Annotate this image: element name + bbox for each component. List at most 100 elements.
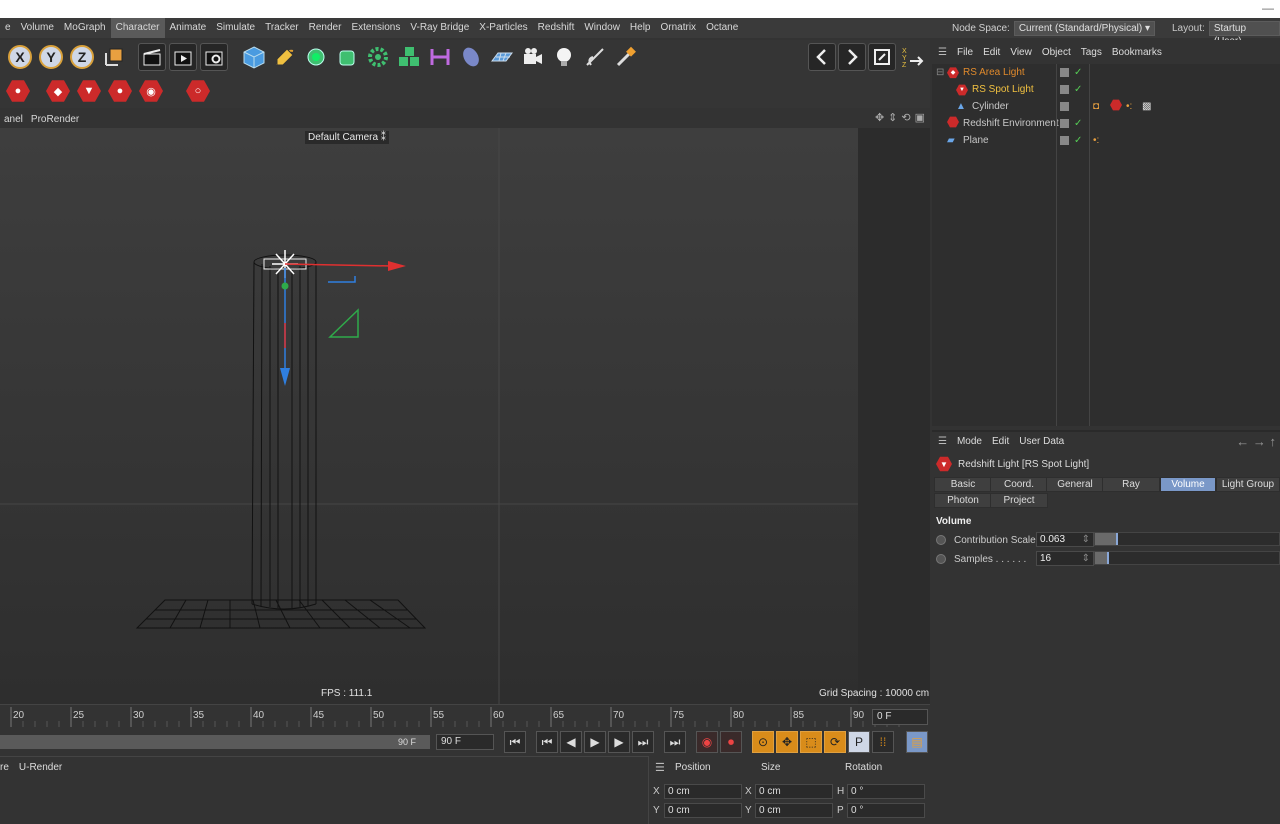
am-menu-edit[interactable]: Edit (992, 436, 1009, 447)
size-x-field[interactable]: 0 cm (755, 784, 833, 799)
menu-item-tracker[interactable]: Tracker (260, 18, 304, 38)
pen-tool-button[interactable] (271, 43, 299, 71)
samples-slider[interactable] (1094, 551, 1280, 565)
keyframe-selection-button[interactable]: ⊙ (752, 731, 774, 753)
material-menu-create[interactable]: re (0, 762, 9, 773)
bookmark-view-button[interactable] (868, 43, 896, 71)
hamburger-menu-icon[interactable]: ☰ (655, 761, 665, 774)
tab-photon[interactable]: Photon (934, 493, 992, 508)
tab-general[interactable]: General (1046, 477, 1104, 492)
previous-key-button[interactable]: ⏮ (536, 731, 558, 753)
menu-item-render[interactable]: Render (304, 18, 347, 38)
previous-view-button[interactable] (808, 43, 836, 71)
3d-viewport[interactable]: Default Camera ⁑ FPS : 111.1 Grid Spacin… (0, 128, 930, 704)
toggle-view-icon[interactable]: ▣ (915, 111, 925, 124)
animation-keyframe-icon[interactable] (936, 535, 946, 545)
tab-ray[interactable]: Ray (1102, 477, 1160, 492)
z-axis-lock-button[interactable]: Z (68, 43, 96, 71)
redshift-dome-light-button[interactable]: ◉ (137, 77, 165, 105)
viewport-scene[interactable] (0, 128, 930, 704)
environment-button[interactable] (457, 43, 485, 71)
viewport-menu-anel[interactable]: anel (0, 114, 27, 125)
contribution-scale-slider[interactable] (1094, 532, 1280, 546)
viewport-menu-prorender[interactable]: ProRender (27, 114, 83, 125)
mograph-cloner-button[interactable] (364, 43, 392, 71)
stepper-icon[interactable]: ⇕ (1082, 533, 1090, 546)
object-row-plane[interactable]: ▰ Plane ✓ •: (932, 132, 1280, 149)
material-tag-icon[interactable]: ▩ (1142, 101, 1151, 112)
camera-button[interactable] (519, 43, 547, 71)
am-menu-user-data[interactable]: User Data (1019, 436, 1064, 447)
object-row-rs-area-light[interactable]: ⊟ ◆ RS Area Light ✓ (932, 64, 1280, 81)
rot-h-field[interactable]: 0 ° (847, 784, 925, 799)
hamburger-menu-icon[interactable]: ☰ (938, 436, 947, 447)
menu-item-v-ray-bridge[interactable]: V-Ray Bridge (405, 18, 474, 38)
visibility-toggle-icon[interactable] (1060, 68, 1069, 77)
om-menu-edit[interactable]: Edit (983, 47, 1000, 58)
render-view-button[interactable] (138, 43, 166, 71)
material-menu-urender[interactable]: U-Render (19, 762, 62, 773)
xyz-transform-button[interactable]: XYZ (898, 43, 926, 71)
next-view-button[interactable] (838, 43, 866, 71)
menu-item-x-particles[interactable]: X-Particles (474, 18, 532, 38)
pos-y-field[interactable]: 0 cm (664, 803, 742, 818)
visibility-toggle-icon[interactable] (1060, 102, 1069, 111)
pos-x-field[interactable]: 0 cm (664, 784, 742, 799)
menu-item-e[interactable]: e (0, 18, 16, 38)
tab-project[interactable]: Project (990, 493, 1048, 508)
tag-visibility-icon[interactable]: ◘ (1093, 101, 1099, 112)
floor-button[interactable] (488, 43, 516, 71)
autokey-button[interactable]: ⏺ (720, 731, 742, 753)
render-to-picture-viewer-button[interactable] (169, 43, 197, 71)
visibility-toggle-icon[interactable] (1060, 85, 1069, 94)
om-menu-file[interactable]: File (957, 47, 973, 58)
om-menu-view[interactable]: View (1010, 47, 1032, 58)
scale-key-button[interactable]: ⬚ (800, 731, 822, 753)
end-frame-field[interactable]: 90 F (436, 734, 494, 750)
samples-field[interactable]: 16 ⇕ (1036, 551, 1094, 566)
object-row-rs-spot-light[interactable]: ▼ RS Spot Light ✓ (932, 81, 1280, 98)
tab-coord[interactable]: Coord. (990, 477, 1048, 492)
redshift-area-light-button[interactable]: ◆ (44, 77, 72, 105)
go-to-end-button[interactable]: ⏭ (664, 731, 686, 753)
dolly-view-icon[interactable]: ⇕ (888, 111, 897, 124)
y-axis-lock-button[interactable]: Y (37, 43, 65, 71)
add-cube-button[interactable] (240, 43, 268, 71)
next-frame-button[interactable]: ▶ (608, 731, 630, 753)
coordinate-system-button[interactable] (100, 43, 128, 71)
rotation-key-button[interactable]: ⟳ (824, 731, 846, 753)
menu-item-ornatrix[interactable]: Ornatrix (656, 18, 702, 38)
previous-frame-button[interactable]: ◀ (560, 731, 582, 753)
move-view-icon[interactable]: ✥ (875, 111, 884, 124)
subdivision-surface-button[interactable] (302, 43, 330, 71)
menu-item-extensions[interactable]: Extensions (346, 18, 405, 38)
contribution-scale-field[interactable]: 0.063 ⇕ (1036, 532, 1094, 547)
redshift-object-tag-icon[interactable] (1110, 99, 1122, 114)
object-row-cylinder[interactable]: ▲ Cylinder ◘ •: ▩ (932, 98, 1280, 115)
om-menu-object[interactable]: Object (1042, 47, 1071, 58)
go-to-start-button[interactable]: ⏮ (504, 731, 526, 753)
menu-item-octane[interactable]: Octane (701, 18, 743, 38)
enabled-checkmark-icon[interactable]: ✓ (1074, 67, 1082, 78)
sculpt-button[interactable] (612, 43, 640, 71)
node-space-dropdown[interactable]: Current (Standard/Physical) ▾ (1013, 21, 1156, 36)
visibility-toggle-icon[interactable] (1060, 119, 1069, 128)
tab-basic[interactable]: Basic (934, 477, 992, 492)
timeline-window-button[interactable]: ▤ (906, 731, 928, 753)
minimize-icon[interactable]: — (1262, 1, 1274, 15)
sketch-button[interactable] (581, 43, 609, 71)
menu-item-redshift[interactable]: Redshift (533, 18, 580, 38)
current-frame-field[interactable]: 0 F (872, 709, 928, 725)
menu-item-simulate[interactable]: Simulate (211, 18, 260, 38)
array-button[interactable] (395, 43, 423, 71)
rotate-view-icon[interactable]: ⟲ (901, 111, 910, 124)
enabled-checkmark-icon[interactable]: ✓ (1074, 84, 1082, 95)
visibility-toggle-icon[interactable] (1060, 136, 1069, 145)
object-row-redshift-environment[interactable]: Redshift Environment ✓ (932, 115, 1280, 132)
phong-tag-icon[interactable]: •: (1093, 135, 1099, 146)
extrude-button[interactable] (333, 43, 361, 71)
tab-light-group[interactable]: Light Group (1216, 477, 1280, 492)
parameter-key-button[interactable]: P (848, 731, 870, 753)
menu-item-character[interactable]: Character (110, 18, 165, 38)
redshift-spot-light-button[interactable]: ▼ (75, 77, 103, 105)
